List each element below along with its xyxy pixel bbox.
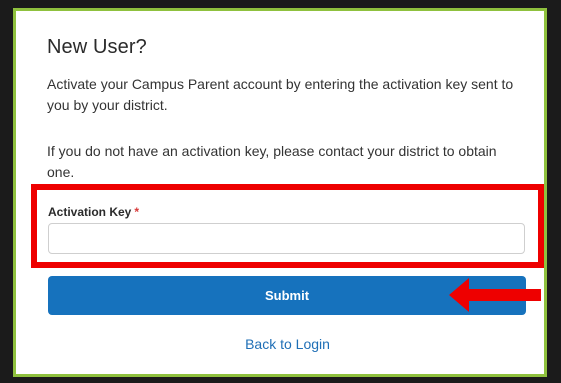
activation-key-label-text: Activation Key (48, 205, 132, 219)
activation-key-input[interactable] (48, 223, 525, 254)
back-to-login-link[interactable]: Back to Login (0, 336, 561, 352)
card-title: New User? (47, 36, 147, 58)
intro-text: Activate your Campus Parent account by e… (47, 76, 514, 113)
required-marker: * (134, 205, 140, 219)
help-text: If you do not have an activation key, pl… (47, 143, 497, 180)
arrow-left-icon (449, 278, 541, 312)
activation-key-label: Activation Key * (48, 205, 139, 219)
